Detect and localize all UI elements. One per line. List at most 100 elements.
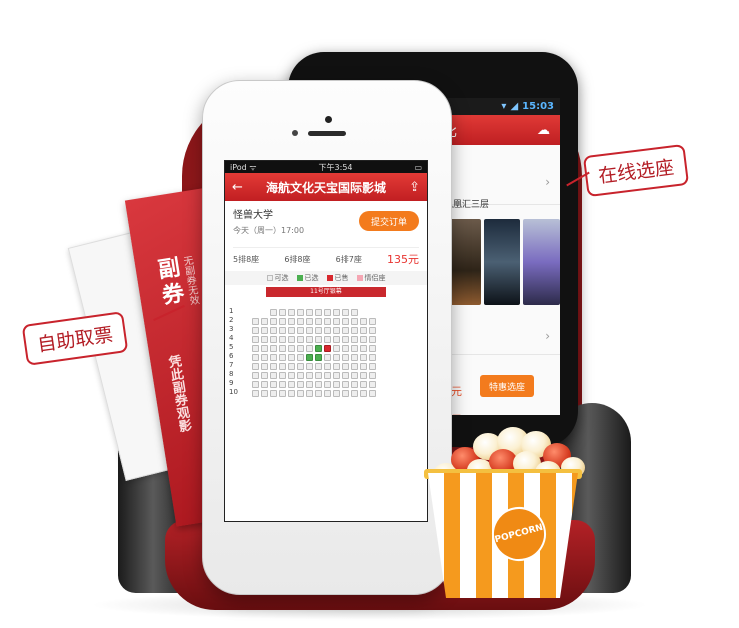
seat[interactable]	[360, 327, 367, 334]
seat[interactable]	[279, 354, 286, 361]
seat[interactable]	[297, 354, 304, 361]
seat[interactable]	[279, 318, 286, 325]
seat[interactable]	[270, 327, 277, 334]
seat[interactable]	[333, 363, 340, 370]
seat[interactable]	[297, 372, 304, 379]
seat[interactable]	[252, 363, 259, 370]
seat[interactable]	[279, 345, 286, 352]
seat[interactable]	[297, 309, 304, 316]
seat[interactable]	[288, 327, 295, 334]
seat[interactable]	[324, 390, 331, 397]
seat[interactable]	[333, 345, 340, 352]
seat[interactable]	[306, 372, 313, 379]
seat[interactable]	[252, 336, 259, 343]
seat[interactable]	[288, 336, 295, 343]
seat[interactable]	[288, 309, 295, 316]
seat[interactable]	[315, 390, 322, 397]
submit-order-button[interactable]: 提交订单	[359, 211, 419, 231]
seat[interactable]	[360, 381, 367, 388]
seat[interactable]	[279, 372, 286, 379]
seat[interactable]	[351, 372, 358, 379]
seat[interactable]	[270, 390, 277, 397]
seat[interactable]	[306, 363, 313, 370]
seat[interactable]	[297, 327, 304, 334]
seat[interactable]	[279, 336, 286, 343]
seat[interactable]	[333, 372, 340, 379]
seat[interactable]	[324, 354, 331, 361]
seat[interactable]	[306, 327, 313, 334]
seat[interactable]	[270, 318, 277, 325]
seat[interactable]	[324, 381, 331, 388]
seat[interactable]	[270, 372, 277, 379]
seat[interactable]	[369, 363, 376, 370]
seat[interactable]	[333, 354, 340, 361]
seat[interactable]	[342, 336, 349, 343]
seat[interactable]	[297, 345, 304, 352]
seat[interactable]	[342, 390, 349, 397]
seat[interactable]	[342, 363, 349, 370]
seat[interactable]	[270, 354, 277, 361]
seat[interactable]	[297, 390, 304, 397]
seat[interactable]	[324, 309, 331, 316]
seat[interactable]	[351, 318, 358, 325]
seat[interactable]	[297, 318, 304, 325]
seat[interactable]	[360, 336, 367, 343]
seat[interactable]	[369, 381, 376, 388]
seat[interactable]	[288, 363, 295, 370]
seat[interactable]	[252, 354, 259, 361]
seat[interactable]	[351, 309, 358, 316]
seat[interactable]	[369, 345, 376, 352]
seat[interactable]	[252, 372, 259, 379]
seat[interactable]	[261, 327, 268, 334]
seat[interactable]	[279, 390, 286, 397]
seat[interactable]	[306, 381, 313, 388]
seat[interactable]	[306, 318, 313, 325]
seat[interactable]	[270, 363, 277, 370]
seat[interactable]	[342, 345, 349, 352]
seat[interactable]	[288, 318, 295, 325]
seat[interactable]	[315, 363, 322, 370]
movie-poster[interactable]	[523, 219, 560, 305]
seat[interactable]	[333, 327, 340, 334]
seat[interactable]	[342, 318, 349, 325]
movie-poster[interactable]	[483, 219, 521, 305]
seat[interactable]	[351, 327, 358, 334]
seat[interactable]	[288, 381, 295, 388]
seat[interactable]	[351, 354, 358, 361]
seat[interactable]	[306, 354, 313, 361]
seat[interactable]	[369, 318, 376, 325]
seat[interactable]	[288, 354, 295, 361]
seat[interactable]	[252, 390, 259, 397]
seat[interactable]	[270, 336, 277, 343]
cloud-icon[interactable]: ☁	[537, 123, 550, 138]
seat[interactable]	[261, 345, 268, 352]
seat[interactable]	[360, 390, 367, 397]
seat[interactable]	[342, 327, 349, 334]
seat[interactable]	[333, 309, 340, 316]
seat[interactable]	[351, 345, 358, 352]
seat[interactable]	[261, 363, 268, 370]
seat[interactable]	[324, 363, 331, 370]
seat[interactable]	[315, 309, 322, 316]
seat[interactable]	[270, 309, 277, 316]
seat[interactable]	[252, 327, 259, 334]
seat[interactable]	[279, 327, 286, 334]
seat[interactable]	[288, 345, 295, 352]
seat[interactable]	[279, 381, 286, 388]
seat[interactable]	[279, 363, 286, 370]
seat[interactable]	[351, 336, 358, 343]
back-arrow-icon[interactable]: ←	[232, 180, 243, 195]
seat[interactable]	[306, 390, 313, 397]
seat[interactable]	[288, 372, 295, 379]
seat[interactable]	[315, 354, 322, 361]
seat[interactable]	[297, 381, 304, 388]
seat[interactable]	[252, 345, 259, 352]
seat[interactable]	[342, 381, 349, 388]
seat[interactable]	[351, 363, 358, 370]
seat[interactable]	[342, 372, 349, 379]
seat[interactable]	[342, 309, 349, 316]
seat[interactable]	[261, 354, 268, 361]
seat[interactable]	[369, 327, 376, 334]
seat[interactable]	[270, 345, 277, 352]
seat[interactable]	[333, 381, 340, 388]
